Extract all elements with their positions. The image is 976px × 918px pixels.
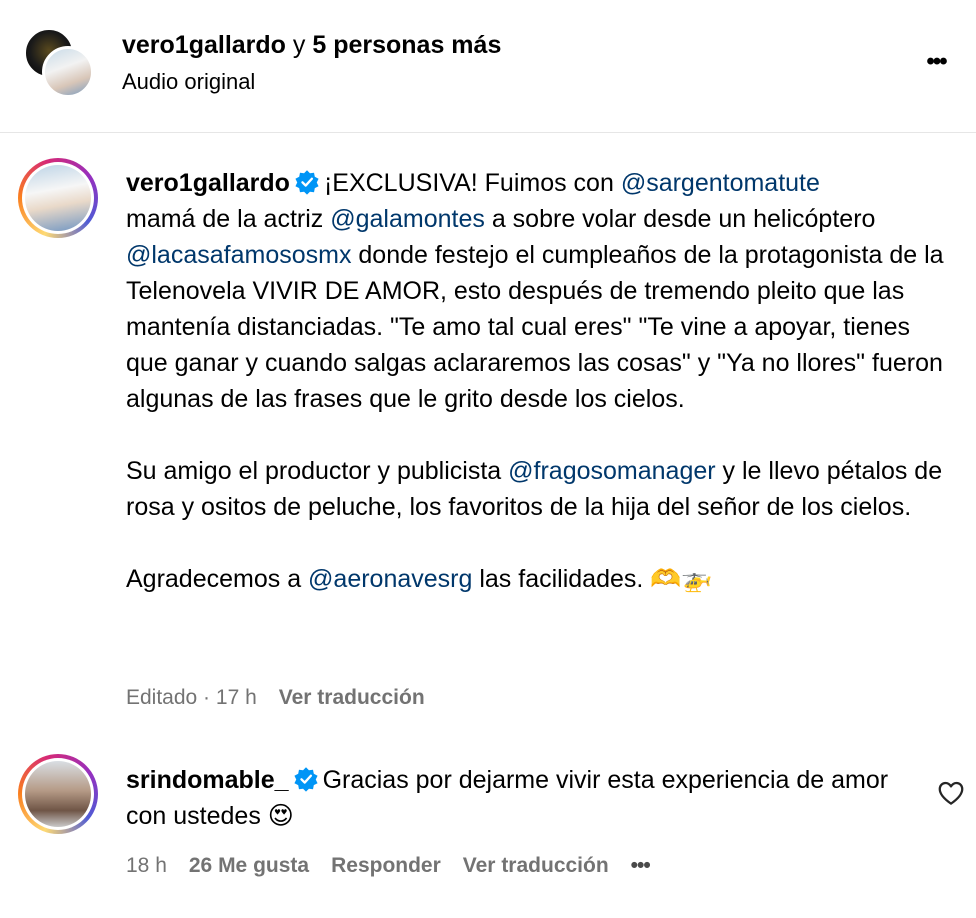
mention-link[interactable]: @lacasafamososmx [126, 241, 351, 269]
post-avatar[interactable] [18, 158, 98, 238]
caption-paragraph-2: Su amigo el productor y publicista @frag… [126, 457, 950, 521]
header-title: vero1gallardo y 5 personas más [122, 30, 501, 60]
comment-avatar-photo [25, 761, 91, 827]
see-translation-button[interactable]: Ver traducción [279, 686, 425, 709]
mention-link[interactable]: @aeronavesrg [308, 565, 472, 593]
header-others-link[interactable]: 5 personas más [312, 31, 501, 59]
verified-badge-icon [295, 170, 319, 195]
comment-likes-link[interactable]: 26 Me gusta [189, 854, 309, 877]
heart-hands-helicopter-emoji: 🫶🚁 [650, 564, 713, 593]
caption-paragraph-1: vero1gallardo ¡EXCLUSIVA! Fuimos con @sar… [126, 169, 951, 413]
header-username[interactable]: vero1gallardo [122, 31, 286, 59]
like-heart-icon[interactable] [936, 778, 966, 808]
mention-link[interactable]: @sargentomatute [621, 169, 820, 197]
audio-link[interactable]: Audio original [122, 68, 255, 96]
mention-link[interactable]: @galamontes [330, 205, 485, 233]
comment-username[interactable]: srindomable_ [126, 766, 289, 794]
comment-avatar[interactable] [18, 754, 98, 834]
reply-button[interactable]: Responder [331, 854, 441, 877]
post-caption: vero1gallardo ¡EXCLUSIVA! Fuimos con @sar… [126, 165, 946, 597]
comment-body: srindomable_ Gracias por dejarme vivir es… [126, 762, 916, 834]
post-avatar-photo [25, 165, 91, 231]
header-connector: y [285, 31, 313, 59]
comment-timestamp: 18 h [126, 854, 167, 877]
comment-translate-button[interactable]: Ver traducción [463, 854, 609, 877]
mention-link[interactable]: @fragosomanager [508, 457, 715, 485]
post-meta: Editado · 17 h Ver traducción [126, 683, 425, 713]
comment-meta: 18 h 26 Me gusta Responder Ver traducción ••… [126, 851, 672, 881]
more-options-icon[interactable]: ••• [916, 50, 956, 74]
stacked-avatars[interactable] [24, 28, 96, 100]
caption-username[interactable]: vero1gallardo [126, 169, 290, 197]
post-header: vero1gallardo y 5 personas más Audio ori… [0, 0, 976, 133]
avatar-primary[interactable] [42, 46, 94, 98]
heart-eyes-emoji: 😍 [267, 801, 294, 830]
verified-badge-icon [293, 767, 318, 792]
caption-paragraph-3: Agradecemos a @aeronavesrg las facilidad… [126, 564, 713, 593]
edited-timestamp: Editado · 17 h [126, 686, 257, 709]
comment-more-icon[interactable]: ••• [631, 854, 651, 877]
